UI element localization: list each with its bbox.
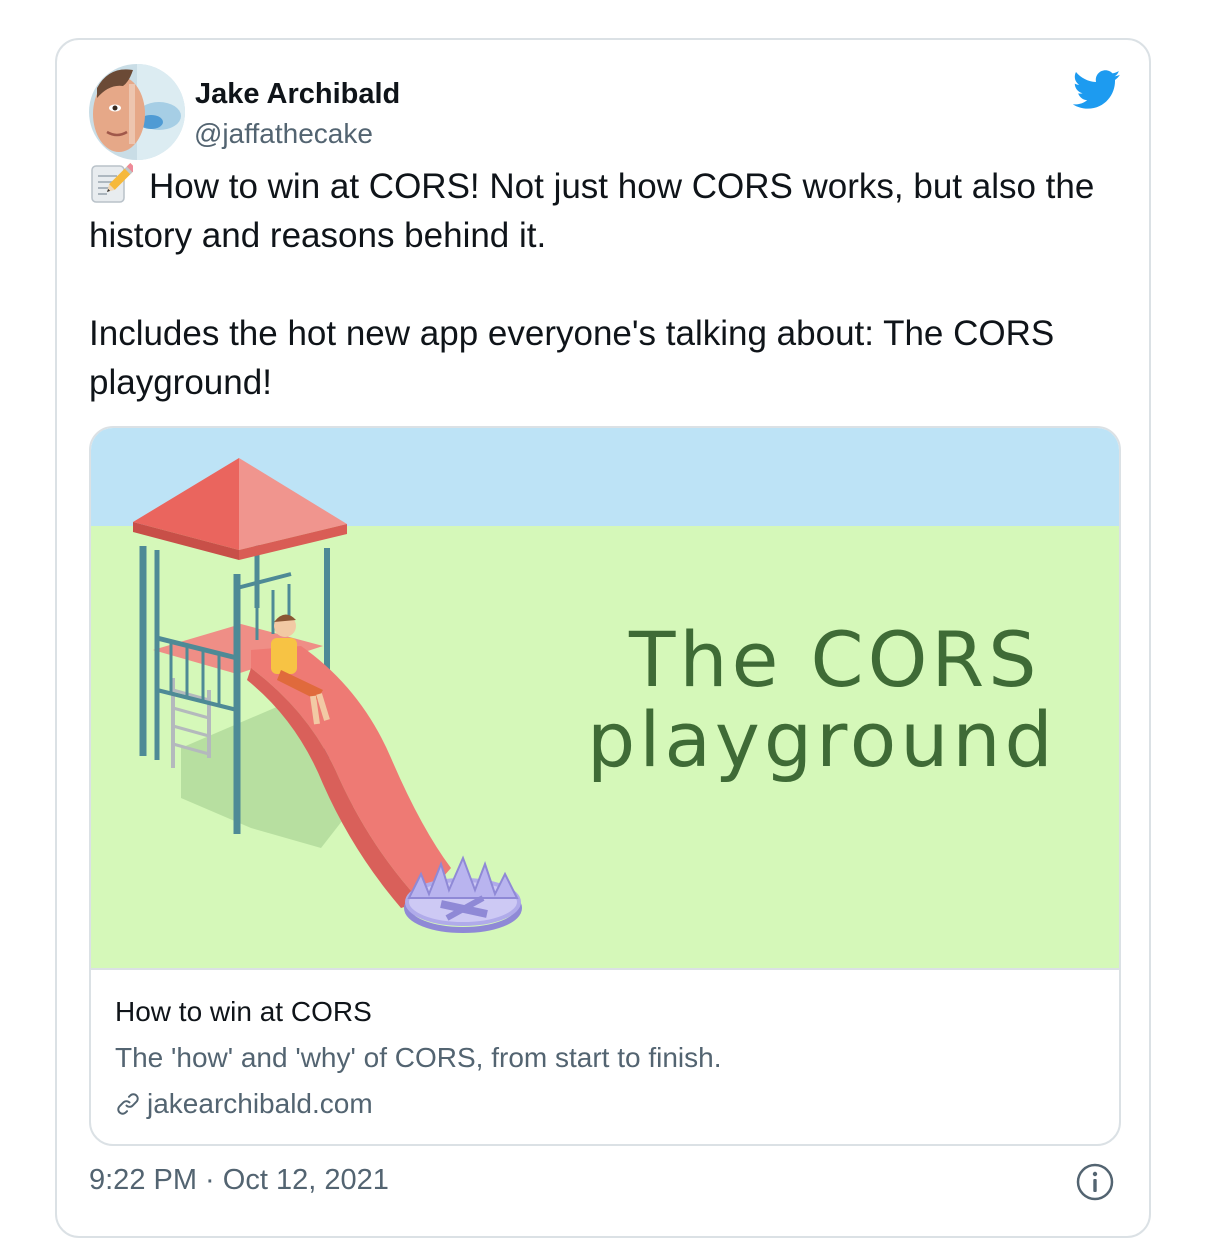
- avatar-image: [89, 64, 185, 160]
- card-preview-image: The CORS playground: [91, 428, 1119, 968]
- card-domain-text: jakearchibald.com: [147, 1088, 373, 1119]
- tweet-paragraph-1: How to win at CORS! Not just how CORS wo…: [89, 162, 1099, 260]
- twitter-bird-icon[interactable]: [1073, 70, 1121, 110]
- memo-icon: [91, 163, 133, 203]
- user-avatar[interactable]: [89, 64, 185, 160]
- tweet-paragraph-1-text: How to win at CORS! Not just how CORS wo…: [89, 167, 1095, 255]
- card-divider: [91, 968, 1119, 970]
- card-image-title-line-1: The CORS: [628, 615, 1040, 704]
- info-icon[interactable]: [1075, 1162, 1115, 1202]
- tweet-timestamp[interactable]: 9:22 PM · Oct 12, 2021: [89, 1164, 389, 1197]
- card-image-title-line-2: playground: [587, 695, 1057, 784]
- card-title[interactable]: How to win at CORS: [115, 996, 372, 1028]
- tweet-text: How to win at CORS! Not just how CORS wo…: [89, 162, 1099, 407]
- tweet-paragraph-2: Includes the hot new app everyone's talk…: [89, 314, 1055, 402]
- link-preview-card[interactable]: The CORS playground How to win at CORS T…: [89, 426, 1121, 1146]
- display-name[interactable]: Jake Archibald: [195, 78, 400, 111]
- card-description: The 'how' and 'why' of CORS, from start …: [115, 1042, 722, 1073]
- user-handle[interactable]: @jaffathecake: [194, 118, 373, 150]
- link-icon: [117, 1093, 139, 1115]
- embedded-tweet[interactable]: Jake Archibald @jaffathecake How to win …: [55, 38, 1151, 1238]
- card-domain[interactable]: jakearchibald.com: [115, 1088, 373, 1120]
